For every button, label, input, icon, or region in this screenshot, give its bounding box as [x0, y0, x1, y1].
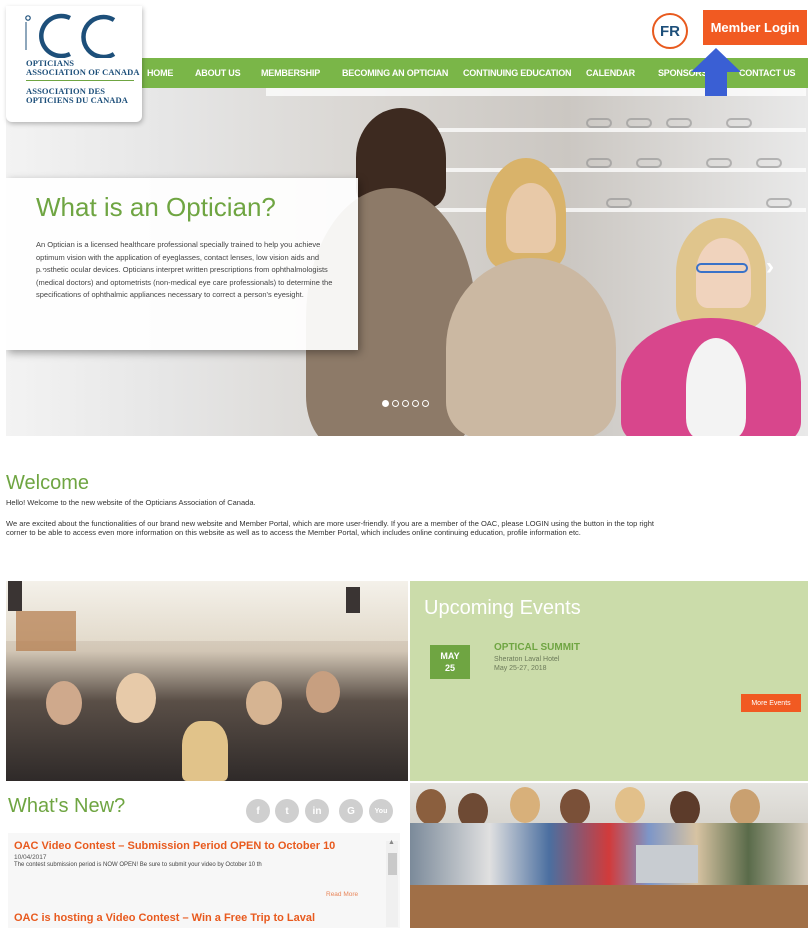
- upcoming-events-panel: Upcoming Events MAY 25 OPTICAL SUMMIT Sh…: [410, 581, 808, 781]
- language-toggle-button[interactable]: FR: [652, 13, 688, 49]
- hero-description: An Optician is a licensed healthcare pro…: [36, 240, 333, 299]
- site-logo[interactable]: Opticians Association of Canada Associat…: [6, 6, 142, 122]
- person-decor: [615, 787, 645, 823]
- person-decor: [416, 789, 446, 825]
- linkedin-icon[interactable]: in: [305, 799, 329, 823]
- more-events-button[interactable]: More Events: [741, 694, 801, 712]
- attendee-decor: [246, 681, 282, 725]
- pointer-arrow-icon: [691, 48, 741, 96]
- youtube-icon[interactable]: You: [369, 799, 393, 823]
- carousel-dot[interactable]: [402, 400, 409, 407]
- events-title: Upcoming Events: [424, 597, 581, 619]
- nav-item-becoming-an-optician[interactable]: BECOMING AN OPTICIAN: [342, 68, 448, 78]
- glasses-decor: [606, 198, 632, 208]
- hero-title: What is an Optician?: [36, 192, 276, 222]
- read-more-link[interactable]: Read More: [326, 891, 358, 898]
- logo-text-line4: Opticiens du Canada: [26, 95, 129, 105]
- news-item-title[interactable]: OAC Video Contest – Submission Period OP…: [14, 840, 335, 852]
- glasses-decor: [726, 118, 752, 128]
- welcome-section: Welcome Hello! Welcome to the new websit…: [6, 472, 666, 549]
- attendee-decor: [306, 671, 340, 713]
- oac-logo-mark: [25, 13, 116, 58]
- child-figure: [686, 338, 746, 436]
- carousel-indicators: [382, 400, 429, 407]
- whats-new-section: What's New? f t in G You OAC Video Conte…: [6, 783, 408, 928]
- attendee-decor: [46, 681, 82, 725]
- news-item-title[interactable]: OAC is hosting a Video Contest – Win a F…: [14, 912, 315, 924]
- chevron-right-icon[interactable]: ›: [766, 253, 774, 281]
- nav-item-contact-us[interactable]: CONTACT US: [739, 68, 796, 78]
- hero-carousel: What is an Optician? An Optician is a li…: [6, 88, 808, 436]
- event-date-badge: MAY 25: [430, 645, 470, 679]
- hero-caption-card: What is an Optician? An Optician is a li…: [6, 178, 358, 350]
- glasses-decor: [756, 158, 782, 168]
- attendee-decor: [116, 673, 156, 723]
- glasses-decor: [586, 118, 612, 128]
- attendee-decor: [182, 721, 228, 781]
- child-figure: [696, 238, 751, 308]
- member-login-button[interactable]: Member Login: [703, 10, 807, 45]
- bench-decor: [410, 883, 808, 928]
- glasses-decor: [706, 158, 732, 168]
- welcome-title: Welcome: [6, 472, 89, 494]
- person-decor: [670, 791, 700, 827]
- nav-item-home[interactable]: HOME: [147, 68, 173, 78]
- people-with-devices-image: [410, 783, 808, 928]
- glasses-decor: [626, 118, 652, 128]
- news-item-date: 10/04/2017: [14, 854, 47, 861]
- logo-divider: [26, 80, 134, 81]
- shelf-decor: [436, 128, 806, 132]
- conference-audience-image: [6, 581, 408, 781]
- carousel-dot[interactable]: [412, 400, 419, 407]
- nav-item-calendar[interactable]: CALENDAR: [586, 68, 635, 78]
- carousel-dot[interactable]: [392, 400, 399, 407]
- person-decor: [730, 789, 760, 825]
- event-title-link[interactable]: OPTICAL SUMMIT: [494, 642, 580, 653]
- carousel-dot[interactable]: [422, 400, 429, 407]
- nav-item-continuing-education[interactable]: CONTINUING EDUCATION: [463, 68, 572, 78]
- logo-text-line2: Association of Canada: [26, 67, 140, 77]
- event-month: MAY: [440, 651, 460, 661]
- person-decor: [510, 787, 540, 823]
- carousel-dot[interactable]: [382, 400, 389, 407]
- clothing-decor: [410, 823, 808, 885]
- laptop-decor: [636, 845, 698, 883]
- welcome-greeting: Hello! Welcome to the new website of the…: [6, 498, 256, 507]
- speaker-decor: [8, 581, 22, 611]
- welcome-description: We are excited about the functionalities…: [6, 519, 654, 537]
- person-decor: [560, 789, 590, 825]
- window-decor: [16, 611, 76, 651]
- chevron-left-icon[interactable]: ‹: [38, 253, 46, 281]
- glasses-decor: [766, 198, 792, 208]
- shelf-decor: [436, 168, 806, 172]
- event-dates: May 25-27, 2018: [494, 665, 547, 672]
- news-list: OAC Video Contest – Submission Period OP…: [8, 833, 400, 928]
- child-glasses: [696, 263, 748, 273]
- news-scrollbar-thumb[interactable]: [388, 853, 397, 875]
- google-icon[interactable]: G: [339, 799, 363, 823]
- speaker-decor: [346, 587, 360, 613]
- nav-item-about-us[interactable]: ABOUT US: [195, 68, 241, 78]
- glasses-decor: [586, 158, 612, 168]
- twitter-icon[interactable]: t: [275, 799, 299, 823]
- facebook-icon[interactable]: f: [246, 799, 270, 823]
- glasses-decor: [636, 158, 662, 168]
- event-day: 25: [444, 663, 455, 673]
- glasses-decor: [666, 118, 692, 128]
- whats-new-title: What's New?: [8, 795, 126, 817]
- event-venue: Sheraton Laval Hotel: [494, 656, 560, 663]
- scroll-up-icon[interactable]: ▲: [388, 839, 395, 846]
- customer-figure: [506, 183, 556, 253]
- news-item-body: The contest submission period is NOW OPE…: [14, 862, 262, 868]
- nav-item-membership[interactable]: MEMBERSHIP: [261, 68, 320, 78]
- customer-figure: [446, 258, 616, 436]
- site-header: Opticians Association of Canada Associat…: [0, 0, 808, 122]
